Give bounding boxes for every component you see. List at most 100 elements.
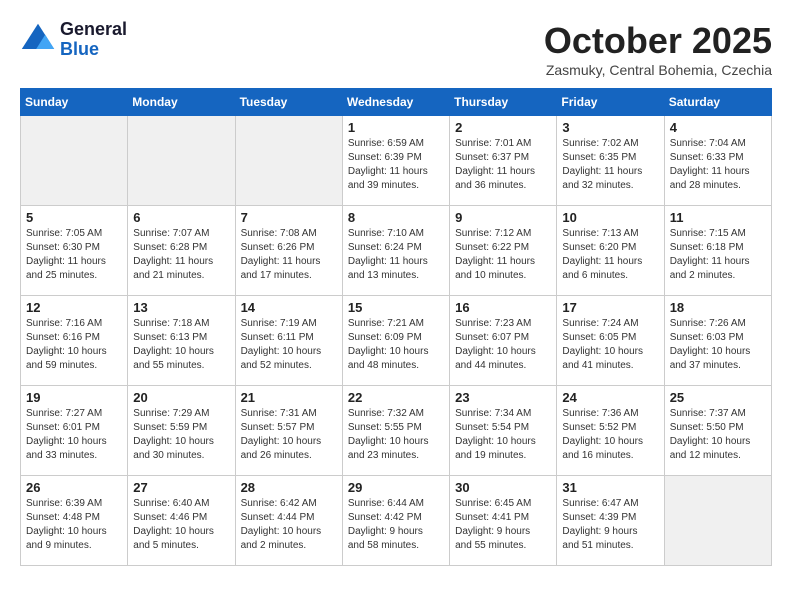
cal-cell: 13 Sunrise: 7:18 AM Sunset: 6:13 PM Dayli… xyxy=(128,296,235,386)
cal-cell xyxy=(664,476,771,566)
week-row-4: 19 Sunrise: 7:27 AM Sunset: 6:01 PM Dayli… xyxy=(21,386,772,476)
day-number: 5 xyxy=(26,210,122,225)
cal-cell: 15 Sunrise: 7:21 AM Sunset: 6:09 PM Dayli… xyxy=(342,296,449,386)
day-number: 12 xyxy=(26,300,122,315)
cal-cell: 14 Sunrise: 7:19 AM Sunset: 6:11 PM Dayli… xyxy=(235,296,342,386)
cell-info: Sunrise: 6:44 AM Sunset: 4:42 PM Dayligh… xyxy=(348,497,444,553)
cal-cell: 29 Sunrise: 6:44 AM Sunset: 4:42 PM Dayli… xyxy=(342,476,449,566)
cell-info: Sunrise: 7:01 AM Sunset: 6:37 PM Dayligh… xyxy=(455,137,551,193)
cal-cell: 1 Sunrise: 6:59 AM Sunset: 6:39 PM Daylig… xyxy=(342,116,449,206)
calendar-table: SundayMondayTuesdayWednesdayThursdayFrid… xyxy=(20,88,772,566)
cal-cell xyxy=(21,116,128,206)
cal-cell: 12 Sunrise: 7:16 AM Sunset: 6:16 PM Dayli… xyxy=(21,296,128,386)
cell-info: Sunrise: 6:40 AM Sunset: 4:46 PM Dayligh… xyxy=(133,497,229,553)
day-header-sunday: Sunday xyxy=(21,89,128,116)
week-row-1: 1 Sunrise: 6:59 AM Sunset: 6:39 PM Daylig… xyxy=(21,116,772,206)
cal-cell: 17Sunrise: 7:24 AM Sunset: 6:05 PM Dayli… xyxy=(557,296,664,386)
day-number: 24 xyxy=(562,390,658,405)
day-number: 10 xyxy=(562,210,658,225)
logo-text: General Blue xyxy=(60,20,127,60)
day-number: 1 xyxy=(348,120,444,135)
cell-info: Sunrise: 7:36 AM Sunset: 5:52 PM Dayligh… xyxy=(562,407,658,463)
cal-cell: 25 Sunrise: 7:37 AM Sunset: 5:50 PM Dayli… xyxy=(664,386,771,476)
cell-info: Sunrise: 7:13 AM Sunset: 6:20 PM Dayligh… xyxy=(562,227,658,283)
day-number: 28 xyxy=(241,480,337,495)
cal-cell: 11Sunrise: 7:15 AM Sunset: 6:18 PM Dayli… xyxy=(664,206,771,296)
week-row-5: 26Sunrise: 6:39 AM Sunset: 4:48 PM Dayli… xyxy=(21,476,772,566)
cell-info: Sunrise: 7:02 AM Sunset: 6:35 PM Dayligh… xyxy=(562,137,658,193)
cal-cell: 30Sunrise: 6:45 AM Sunset: 4:41 PM Dayli… xyxy=(450,476,557,566)
day-number: 23 xyxy=(455,390,551,405)
header-row: SundayMondayTuesdayWednesdayThursdayFrid… xyxy=(21,89,772,116)
month-title: October 2025 xyxy=(544,20,772,62)
calendar-header: SundayMondayTuesdayWednesdayThursdayFrid… xyxy=(21,89,772,116)
cell-info: Sunrise: 7:19 AM Sunset: 6:11 PM Dayligh… xyxy=(241,317,337,373)
day-header-saturday: Saturday xyxy=(664,89,771,116)
day-number: 11 xyxy=(670,210,766,225)
cal-cell: 24 Sunrise: 7:36 AM Sunset: 5:52 PM Dayli… xyxy=(557,386,664,476)
day-header-thursday: Thursday xyxy=(450,89,557,116)
day-number: 27 xyxy=(133,480,229,495)
day-number: 6 xyxy=(133,210,229,225)
week-row-3: 12 Sunrise: 7:16 AM Sunset: 6:16 PM Dayli… xyxy=(21,296,772,386)
cal-cell: 2 Sunrise: 7:01 AM Sunset: 6:37 PM Daylig… xyxy=(450,116,557,206)
cal-cell: 20Sunrise: 7:29 AM Sunset: 5:59 PM Dayli… xyxy=(128,386,235,476)
cell-info: Sunrise: 7:27 AM Sunset: 6:01 PM Dayligh… xyxy=(26,407,122,463)
day-number: 22 xyxy=(348,390,444,405)
day-number: 20 xyxy=(133,390,229,405)
cell-info: Sunrise: 7:34 AM Sunset: 5:54 PM Dayligh… xyxy=(455,407,551,463)
day-number: 14 xyxy=(241,300,337,315)
day-header-wednesday: Wednesday xyxy=(342,89,449,116)
logo-line1: General xyxy=(60,20,127,40)
day-number: 16 xyxy=(455,300,551,315)
logo: General Blue xyxy=(20,20,127,60)
cal-cell: 7Sunrise: 7:08 AM Sunset: 6:26 PM Daylig… xyxy=(235,206,342,296)
day-number: 4 xyxy=(670,120,766,135)
cell-info: Sunrise: 7:12 AM Sunset: 6:22 PM Dayligh… xyxy=(455,227,551,283)
day-number: 7 xyxy=(241,210,337,225)
cal-cell: 5Sunrise: 7:05 AM Sunset: 6:30 PM Daylig… xyxy=(21,206,128,296)
day-number: 17 xyxy=(562,300,658,315)
day-number: 15 xyxy=(348,300,444,315)
day-number: 18 xyxy=(670,300,766,315)
cal-cell: 4Sunrise: 7:04 AM Sunset: 6:33 PM Daylig… xyxy=(664,116,771,206)
day-number: 2 xyxy=(455,120,551,135)
cell-info: Sunrise: 6:45 AM Sunset: 4:41 PM Dayligh… xyxy=(455,497,551,553)
week-row-2: 5Sunrise: 7:05 AM Sunset: 6:30 PM Daylig… xyxy=(21,206,772,296)
day-number: 29 xyxy=(348,480,444,495)
cell-info: Sunrise: 6:42 AM Sunset: 4:44 PM Dayligh… xyxy=(241,497,337,553)
cell-info: Sunrise: 7:07 AM Sunset: 6:28 PM Dayligh… xyxy=(133,227,229,283)
cal-cell: 3Sunrise: 7:02 AM Sunset: 6:35 PM Daylig… xyxy=(557,116,664,206)
title-block: October 2025 Zasmuky, Central Bohemia, C… xyxy=(544,20,772,78)
cell-info: Sunrise: 6:59 AM Sunset: 6:39 PM Dayligh… xyxy=(348,137,444,193)
cal-cell xyxy=(128,116,235,206)
cell-info: Sunrise: 7:23 AM Sunset: 6:07 PM Dayligh… xyxy=(455,317,551,373)
day-number: 19 xyxy=(26,390,122,405)
cell-info: Sunrise: 7:18 AM Sunset: 6:13 PM Dayligh… xyxy=(133,317,229,373)
cal-cell: 10 Sunrise: 7:13 AM Sunset: 6:20 PM Dayli… xyxy=(557,206,664,296)
cal-cell: 6 Sunrise: 7:07 AM Sunset: 6:28 PM Daylig… xyxy=(128,206,235,296)
page-header: General Blue October 2025 Zasmuky, Centr… xyxy=(20,20,772,78)
cell-info: Sunrise: 7:10 AM Sunset: 6:24 PM Dayligh… xyxy=(348,227,444,283)
cal-cell: 16 Sunrise: 7:23 AM Sunset: 6:07 PM Dayli… xyxy=(450,296,557,386)
cal-cell: 18Sunrise: 7:26 AM Sunset: 6:03 PM Dayli… xyxy=(664,296,771,386)
cell-info: Sunrise: 7:16 AM Sunset: 6:16 PM Dayligh… xyxy=(26,317,122,373)
day-header-friday: Friday xyxy=(557,89,664,116)
calendar-body: 1 Sunrise: 6:59 AM Sunset: 6:39 PM Daylig… xyxy=(21,116,772,566)
day-number: 13 xyxy=(133,300,229,315)
cal-cell: 31Sunrise: 6:47 AM Sunset: 4:39 PM Dayli… xyxy=(557,476,664,566)
day-number: 26 xyxy=(26,480,122,495)
day-number: 8 xyxy=(348,210,444,225)
cal-cell: 9 Sunrise: 7:12 AM Sunset: 6:22 PM Daylig… xyxy=(450,206,557,296)
cell-info: Sunrise: 7:32 AM Sunset: 5:55 PM Dayligh… xyxy=(348,407,444,463)
day-number: 31 xyxy=(562,480,658,495)
cal-cell: 19 Sunrise: 7:27 AM Sunset: 6:01 PM Dayli… xyxy=(21,386,128,476)
day-number: 9 xyxy=(455,210,551,225)
cal-cell: 27 Sunrise: 6:40 AM Sunset: 4:46 PM Dayli… xyxy=(128,476,235,566)
cell-info: Sunrise: 7:21 AM Sunset: 6:09 PM Dayligh… xyxy=(348,317,444,373)
logo-line2: Blue xyxy=(60,40,127,60)
cal-cell xyxy=(235,116,342,206)
cell-info: Sunrise: 7:37 AM Sunset: 5:50 PM Dayligh… xyxy=(670,407,766,463)
cal-cell: 26Sunrise: 6:39 AM Sunset: 4:48 PM Dayli… xyxy=(21,476,128,566)
day-number: 25 xyxy=(670,390,766,405)
